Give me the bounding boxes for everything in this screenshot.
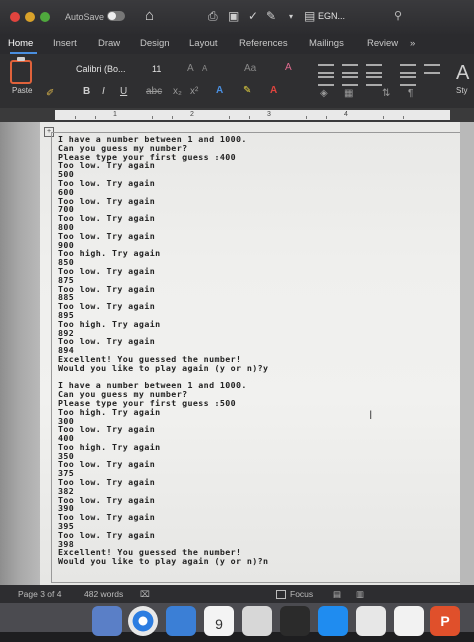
bold-button[interactable]: B	[83, 86, 90, 97]
edit-icon[interactable]: ✎	[266, 9, 276, 23]
document-icon: ▤	[304, 9, 316, 23]
chevron-down-icon[interactable]: ▾	[289, 12, 293, 21]
shading-icon[interactable]: ◈	[320, 88, 328, 99]
underline-button[interactable]: U	[120, 86, 127, 97]
format-painter-icon[interactable]: ✐	[46, 88, 54, 99]
paste-icon[interactable]	[10, 57, 32, 84]
styles-icon[interactable]: A	[456, 62, 469, 85]
highlight-icon[interactable]: ✎	[243, 85, 251, 96]
ruler-tick	[95, 116, 96, 119]
clear-formatting-icon[interactable]: A	[285, 62, 292, 73]
line-spacing-icon[interactable]	[400, 76, 416, 86]
document-page[interactable]: + I have a number between 1 and 1000. Ca…	[40, 122, 460, 585]
autosave-label: AutoSave	[65, 12, 105, 22]
autosave-toggle[interactable]	[107, 11, 125, 21]
zoom-window-button[interactable]	[40, 12, 50, 22]
shrink-font-icon[interactable]: A	[202, 64, 207, 73]
tab-layout[interactable]: Layout	[189, 38, 218, 49]
grow-font-icon[interactable]: A	[187, 63, 194, 74]
tab-review[interactable]: Review	[367, 38, 398, 49]
ruler-tick	[383, 116, 384, 119]
console-output-text[interactable]: I have a number between 1 and 1000. Can …	[58, 135, 268, 566]
text-effects-icon[interactable]: A	[216, 85, 223, 96]
ruler-tick	[229, 116, 230, 119]
web-layout-icon[interactable]: ▥	[356, 589, 364, 600]
ruler-number: 3	[267, 111, 271, 118]
superscript-icon[interactable]: x²	[190, 86, 198, 97]
ruler-tick	[249, 116, 250, 119]
ruler-tick	[403, 116, 404, 119]
home-icon[interactable]: ⌂	[145, 7, 154, 24]
ruler-tick	[326, 116, 327, 119]
strikethrough-icon[interactable]: abc	[146, 86, 162, 97]
status-bar: Page 3 of 4 482 words ⌧ Focus ▤ ▥	[0, 585, 474, 603]
tab-design[interactable]: Design	[140, 38, 170, 49]
focus-label[interactable]: Focus	[290, 589, 313, 599]
font-color-icon[interactable]: A	[270, 85, 277, 96]
print-layout-icon[interactable]: ▤	[333, 589, 341, 600]
subscript-icon[interactable]: x₂	[173, 86, 182, 97]
print-icon[interactable]: ⎙	[208, 9, 218, 24]
ruler-tick	[75, 116, 76, 119]
align-center-icon[interactable]	[342, 76, 358, 86]
tab-home[interactable]: Home	[8, 38, 33, 49]
page-indicator[interactable]: Page 3 of 4	[18, 589, 61, 599]
multilevel-list-icon[interactable]	[366, 64, 382, 74]
close-window-button[interactable]	[10, 12, 20, 22]
document-title: EGN...	[318, 11, 346, 21]
italic-button[interactable]: I	[102, 86, 105, 97]
tab-references[interactable]: References	[239, 38, 288, 49]
decrease-indent-icon[interactable]	[400, 64, 416, 74]
font-name-select[interactable]: Calibri (Bo...	[76, 62, 140, 76]
title-bar: AutoSave ⌂ ⎙ ▣ ✓ ✎ ▾ ▤ EGN... ⚲	[0, 0, 474, 34]
horizontal-ruler[interactable]: 1 2 3 4	[0, 108, 474, 122]
font-size-select[interactable]: 11	[152, 62, 174, 76]
word-count[interactable]: 482 words	[84, 589, 123, 599]
ruler-tick	[152, 116, 153, 119]
tab-mailings[interactable]: Mailings	[309, 38, 344, 49]
tab-insert[interactable]: Insert	[53, 38, 77, 49]
proofing-icon[interactable]: ⌧	[140, 589, 150, 600]
ribbon-tabs: Home Insert Draw Design Layout Reference…	[0, 34, 474, 54]
tab-draw[interactable]: Draw	[98, 38, 120, 49]
focus-icon[interactable]	[276, 590, 286, 599]
increase-indent-icon[interactable]	[424, 64, 440, 74]
ruler-number: 2	[190, 111, 194, 118]
borders-icon[interactable]: ▦	[344, 88, 353, 99]
sort-icon[interactable]: ⇅	[382, 88, 390, 99]
paste-label[interactable]: Paste	[12, 86, 32, 95]
ribbon: Paste ✐ Calibri (Bo... 11 A A Aa A B I U…	[0, 54, 474, 109]
styles-label[interactable]: Sty	[456, 86, 468, 95]
dock: 9 P	[0, 603, 474, 636]
search-icon[interactable]: ⚲	[394, 9, 402, 22]
ruler-tick	[172, 116, 173, 119]
align-right-icon[interactable]	[366, 76, 382, 86]
align-left-icon[interactable]	[318, 76, 334, 86]
save-icon[interactable]: ▣	[228, 9, 239, 23]
ruler-number: 1	[113, 111, 117, 118]
ruler-scale: 1 2 3 4	[55, 110, 450, 120]
text-cursor-icon: I	[369, 408, 373, 422]
ruler-tick	[306, 116, 307, 119]
document-canvas: + I have a number between 1 and 1000. Ca…	[0, 122, 474, 585]
numbering-icon[interactable]	[342, 64, 358, 74]
bullets-icon[interactable]	[318, 64, 334, 74]
more-tabs-icon[interactable]: »	[410, 38, 415, 49]
check-icon[interactable]: ✓	[248, 9, 258, 23]
minimize-window-button[interactable]	[25, 12, 35, 22]
change-case-icon[interactable]: Aa	[244, 63, 256, 74]
show-formatting-icon[interactable]: ¶	[408, 88, 413, 99]
ruler-number: 4	[344, 111, 348, 118]
